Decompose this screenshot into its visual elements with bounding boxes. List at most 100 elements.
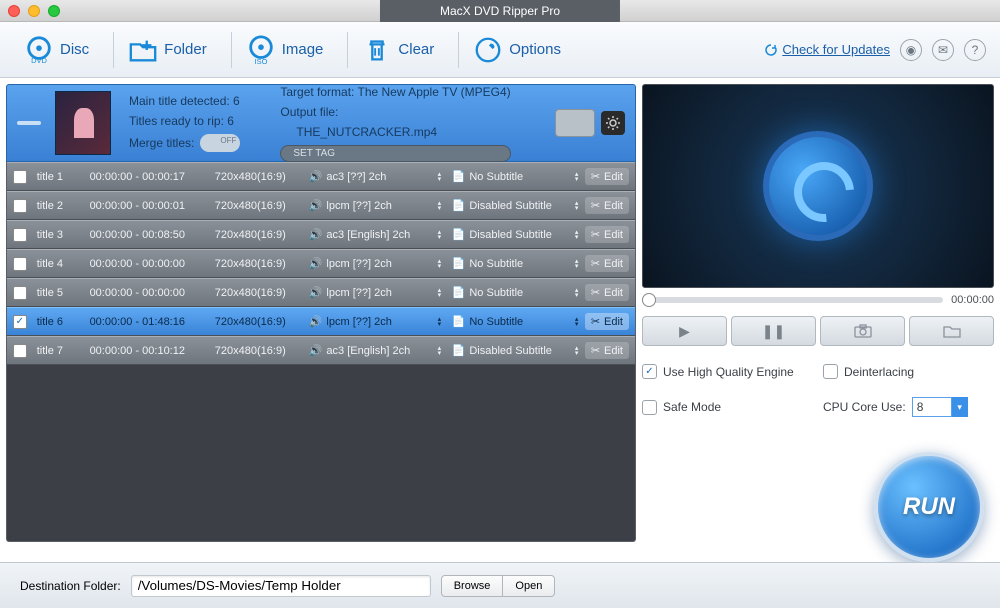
title-row[interactable]: title 500:00:00 - 00:00:00720x480(16:9)🔊… bbox=[7, 278, 635, 307]
merge-toggle[interactable] bbox=[200, 134, 240, 152]
subtitle-doc-icon: 📄 bbox=[452, 199, 466, 212]
options-button[interactable]: Options bbox=[463, 29, 571, 71]
deinterlacing-checkbox[interactable] bbox=[823, 364, 838, 379]
audio-select[interactable]: 🔊ac3 [English] 2ch bbox=[309, 228, 448, 241]
title-row[interactable]: title 400:00:00 - 00:00:00720x480(16:9)🔊… bbox=[7, 249, 635, 278]
hq-engine-checkbox[interactable] bbox=[642, 364, 657, 379]
title-time: 00:00:00 - 00:10:12 bbox=[90, 345, 215, 357]
edit-button[interactable]: ✂Edit bbox=[585, 197, 629, 214]
title-resolution: 720x480(16:9) bbox=[215, 258, 309, 270]
device-icon bbox=[555, 109, 595, 137]
title-time: 00:00:00 - 00:08:50 bbox=[90, 229, 215, 241]
title-checkbox[interactable] bbox=[13, 257, 27, 271]
snapshot-button[interactable] bbox=[820, 316, 905, 346]
window-title: MacX DVD Ripper Pro bbox=[380, 0, 620, 22]
target-format: Target format: The New Apple TV (MPEG4) bbox=[280, 85, 510, 99]
title-checkbox[interactable] bbox=[13, 199, 27, 213]
settings-gear-button[interactable] bbox=[601, 111, 625, 135]
title-checkbox[interactable] bbox=[13, 286, 27, 300]
edit-button[interactable]: ✂Edit bbox=[585, 313, 629, 330]
subtitle-select[interactable]: No Subtitle bbox=[469, 287, 584, 299]
title-resolution: 720x480(16:9) bbox=[215, 200, 309, 212]
mail-icon[interactable]: ✉ bbox=[932, 39, 954, 61]
merge-label: Merge titles: bbox=[129, 136, 194, 150]
subtitle-select[interactable]: No Subtitle bbox=[469, 316, 584, 328]
open-folder-button[interactable] bbox=[909, 316, 994, 346]
audio-select[interactable]: 🔊lpcm [??] 2ch bbox=[309, 315, 448, 328]
bottom-bar: Destination Folder: Browse Open bbox=[0, 562, 1000, 608]
title-time: 00:00:00 - 00:00:01 bbox=[90, 200, 215, 212]
cpu-core-select[interactable]: 8 ▾ bbox=[912, 397, 968, 417]
title-row[interactable]: title 100:00:00 - 00:00:17720x480(16:9)🔊… bbox=[7, 162, 635, 191]
subtitle-doc-icon: 📄 bbox=[452, 286, 466, 299]
help-icon[interactable]: ? bbox=[964, 39, 986, 61]
subtitle-select[interactable]: Disabled Subtitle bbox=[469, 200, 584, 212]
title-row[interactable]: title 200:00:00 - 00:00:01720x480(16:9)🔊… bbox=[7, 191, 635, 220]
title-name: title 5 bbox=[37, 287, 90, 299]
toolbar: DVD Disc Folder ISO Image Clear Options … bbox=[0, 22, 1000, 78]
edit-button[interactable]: ✂Edit bbox=[585, 255, 629, 272]
pause-button[interactable]: ❚❚ bbox=[731, 316, 816, 346]
audio-select[interactable]: 🔊ac3 [English] 2ch bbox=[309, 344, 448, 357]
account-icon[interactable]: ◉ bbox=[900, 39, 922, 61]
speaker-icon: 🔊 bbox=[309, 257, 323, 270]
title-row[interactable]: title 300:00:00 - 00:08:50720x480(16:9)🔊… bbox=[7, 220, 635, 249]
svg-text:ISO: ISO bbox=[254, 57, 267, 65]
clear-button[interactable]: Clear bbox=[352, 29, 444, 71]
scissors-icon: ✂ bbox=[591, 228, 600, 241]
titlebar: MacX DVD Ripper Pro bbox=[0, 0, 1000, 22]
output-file-label: Output file: bbox=[280, 105, 510, 119]
run-button[interactable]: RUN bbox=[874, 452, 984, 562]
play-button[interactable]: ▶ bbox=[642, 316, 727, 346]
folder-button[interactable]: Folder bbox=[118, 29, 217, 71]
subtitle-doc-icon: 📄 bbox=[452, 257, 466, 270]
check-updates-link[interactable]: Check for Updates bbox=[764, 42, 890, 57]
title-row[interactable]: ✓title 600:00:00 - 01:48:16720x480(16:9)… bbox=[7, 307, 635, 336]
subtitle-select[interactable]: No Subtitle bbox=[469, 258, 584, 270]
trash-icon bbox=[362, 35, 392, 65]
title-checkbox[interactable] bbox=[13, 344, 27, 358]
subtitle-doc-icon: 📄 bbox=[452, 344, 466, 357]
main-title-detected: Main title detected: 6 bbox=[129, 94, 240, 108]
open-button[interactable]: Open bbox=[503, 575, 555, 597]
title-checkbox[interactable]: ✓ bbox=[13, 315, 27, 329]
audio-select[interactable]: 🔊lpcm [??] 2ch bbox=[309, 199, 448, 212]
scissors-icon: ✂ bbox=[591, 170, 600, 183]
disc-button[interactable]: DVD Disc bbox=[14, 29, 99, 71]
minimize-icon[interactable] bbox=[28, 5, 40, 17]
audio-select[interactable]: 🔊lpcm [??] 2ch bbox=[309, 257, 448, 270]
subtitle-select[interactable]: No Subtitle bbox=[469, 171, 584, 183]
scissors-icon: ✂ bbox=[591, 286, 600, 299]
svg-text:DVD: DVD bbox=[31, 56, 47, 65]
title-time: 00:00:00 - 00:00:17 bbox=[90, 171, 215, 183]
edit-button[interactable]: ✂Edit bbox=[585, 168, 629, 185]
destination-label: Destination Folder: bbox=[20, 579, 121, 593]
dvd-info-header: Main title detected: 6 Titles ready to r… bbox=[6, 84, 636, 162]
preview-timeline[interactable] bbox=[642, 297, 943, 303]
collapse-button[interactable] bbox=[17, 121, 41, 125]
folder-icon bbox=[943, 324, 961, 338]
subtitle-doc-icon: 📄 bbox=[452, 228, 466, 241]
subtitle-select[interactable]: Disabled Subtitle bbox=[469, 345, 584, 357]
title-checkbox[interactable] bbox=[13, 170, 27, 184]
safe-mode-checkbox[interactable] bbox=[642, 400, 657, 415]
speaker-icon: 🔊 bbox=[309, 344, 323, 357]
destination-input[interactable] bbox=[131, 575, 431, 597]
title-resolution: 720x480(16:9) bbox=[215, 345, 309, 357]
image-button[interactable]: ISO Image bbox=[236, 29, 334, 71]
dvd-thumbnail bbox=[55, 91, 111, 155]
edit-button[interactable]: ✂Edit bbox=[585, 342, 629, 359]
title-name: title 7 bbox=[37, 345, 90, 357]
audio-select[interactable]: 🔊ac3 [??] 2ch bbox=[309, 170, 448, 183]
browse-button[interactable]: Browse bbox=[441, 575, 504, 597]
audio-select[interactable]: 🔊lpcm [??] 2ch bbox=[309, 286, 448, 299]
set-tag-button[interactable]: SET TAG bbox=[280, 145, 510, 162]
edit-button[interactable]: ✂Edit bbox=[585, 284, 629, 301]
title-checkbox[interactable] bbox=[13, 228, 27, 242]
edit-button[interactable]: ✂Edit bbox=[585, 226, 629, 243]
close-icon[interactable] bbox=[8, 5, 20, 17]
subtitle-select[interactable]: Disabled Subtitle bbox=[469, 229, 584, 241]
maximize-icon[interactable] bbox=[48, 5, 60, 17]
camera-icon bbox=[854, 324, 872, 338]
title-row[interactable]: title 700:00:00 - 00:10:12720x480(16:9)🔊… bbox=[7, 336, 635, 365]
